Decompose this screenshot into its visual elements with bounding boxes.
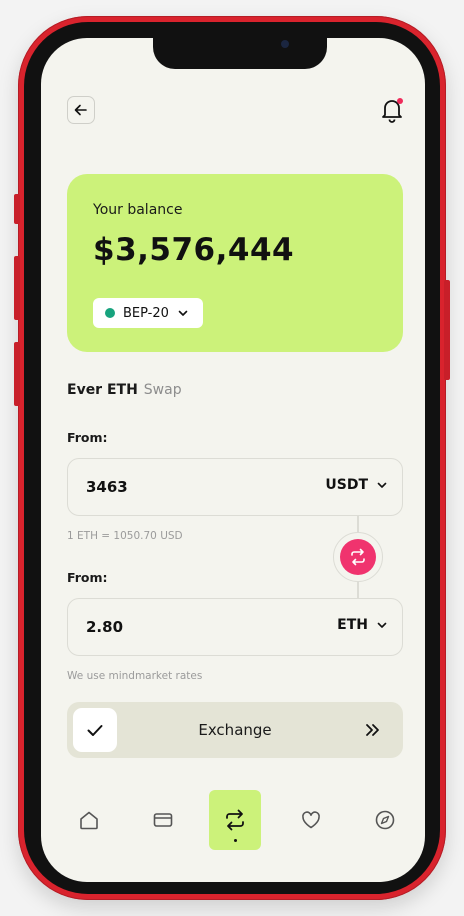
from-currency-select[interactable]: USDT <box>325 477 388 493</box>
swap-button[interactable] <box>333 532 383 582</box>
swap-arrows-icon <box>351 548 365 566</box>
heart-icon <box>302 811 320 829</box>
section-title-sub: Swap <box>143 382 182 398</box>
from-amount-value[interactable]: 3463 <box>86 478 128 496</box>
exchange-slider[interactable]: Exchange <box>67 702 403 758</box>
double-chevron-right-icon <box>366 724 379 736</box>
rates-note: We use mindmarket rates <box>67 670 203 682</box>
tab-explore[interactable] <box>359 790 411 850</box>
section-title: Ever ETH Swap <box>67 382 182 398</box>
to-amount-value[interactable]: 2.80 <box>86 618 123 636</box>
swap-button-circle <box>340 539 376 575</box>
from-currency-label: USDT <box>325 477 368 493</box>
from-label: From: <box>67 430 108 445</box>
bottom-tab-bar <box>41 786 425 856</box>
chevron-down-icon <box>178 310 188 316</box>
side-button-mute <box>14 194 20 224</box>
swap-icon <box>226 809 244 831</box>
side-button-power <box>444 280 450 380</box>
to-label: From: <box>67 570 108 585</box>
network-label: BEP-20 <box>123 305 169 321</box>
chevron-down-icon <box>377 482 387 488</box>
tab-home[interactable] <box>63 790 115 850</box>
tab-favorites[interactable] <box>285 790 337 850</box>
tab-swap[interactable] <box>209 790 261 850</box>
card-icon <box>153 813 173 827</box>
to-currency-label: ETH <box>337 617 368 633</box>
to-amount-field[interactable]: 2.80 ETH <box>67 598 403 656</box>
app-screen: Your balance $3,576,444 BEP-20 Ever ETH S… <box>41 38 425 882</box>
to-currency-select[interactable]: ETH <box>337 617 388 633</box>
arrow-left-icon <box>74 104 87 116</box>
notch <box>153 38 327 69</box>
compass-icon <box>375 810 395 830</box>
back-button[interactable] <box>67 96 95 124</box>
balance-amount: $3,576,444 <box>93 232 295 268</box>
tab-cards[interactable] <box>137 790 189 850</box>
side-button-volume-down <box>14 342 20 406</box>
active-tab-indicator <box>233 839 237 842</box>
notification-button[interactable] <box>379 96 405 124</box>
home-icon <box>80 811 98 830</box>
side-button-volume-up <box>14 256 20 320</box>
network-select[interactable]: BEP-20 <box>93 298 203 328</box>
front-camera <box>281 40 289 48</box>
network-status-dot <box>105 308 115 318</box>
swap-connector-bottom <box>357 582 359 598</box>
balance-card: Your balance $3,576,444 BEP-20 <box>67 174 403 352</box>
from-amount-field[interactable]: 3463 USDT <box>67 458 403 516</box>
swap-connector-top <box>357 516 359 532</box>
section-title-main: Ever ETH <box>67 382 138 398</box>
exchange-rate-text: 1 ETH = 1050.70 USD <box>67 530 183 542</box>
balance-label: Your balance <box>93 202 183 218</box>
notification-badge <box>397 98 403 104</box>
chevron-down-icon <box>377 622 387 628</box>
exchange-label: Exchange <box>198 721 272 739</box>
